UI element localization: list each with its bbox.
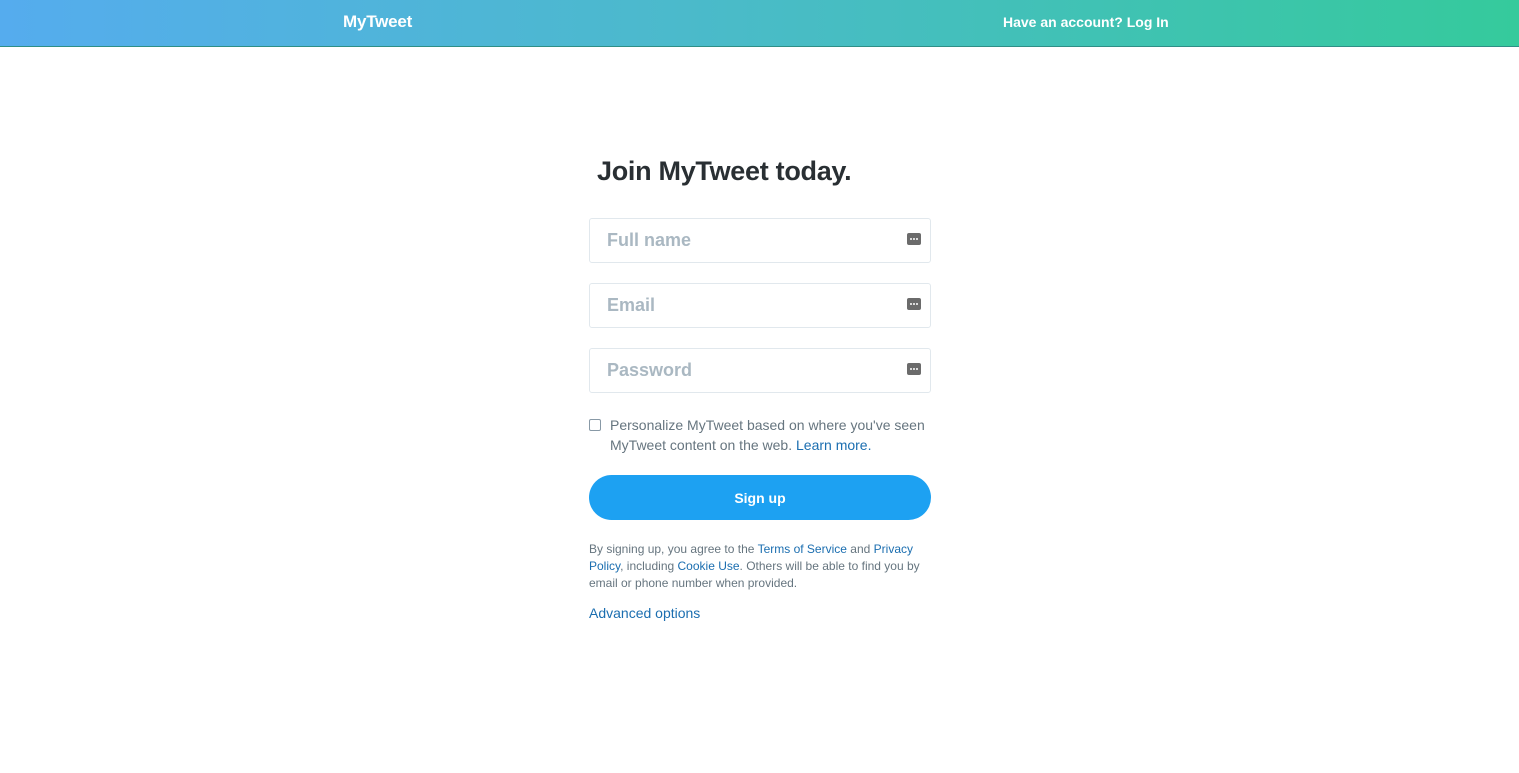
signup-fields [589,218,931,393]
terms-of-service-link[interactable]: Terms of Service [758,542,847,556]
learn-more-link[interactable]: Learn more. [796,437,871,453]
page-title: Join MyTweet today. [597,156,852,186]
advanced-options-link[interactable]: Advanced options [589,605,700,621]
autofill-key-icon[interactable] [907,298,921,310]
terms-notice: By signing up, you agree to the Terms of… [589,541,931,592]
personalize-consent: Personalize MyTweet based on where you'v… [589,415,931,455]
account-prompt: Have an account? Log In [1003,14,1169,30]
signup-button[interactable]: Sign up [589,475,931,520]
personalize-checkbox[interactable] [589,419,601,431]
email-input[interactable] [590,284,930,327]
top-navigation-bar: MyTweet Have an account? Log In [0,0,1519,47]
cookie-use-link[interactable]: Cookie Use [678,559,740,573]
password-field-wrapper [589,348,931,393]
email-field-wrapper [589,283,931,328]
autofill-key-icon[interactable] [907,363,921,375]
autofill-key-icon[interactable] [907,233,921,245]
account-prompt-text: Have an account? [1003,14,1123,30]
brand-logo-link[interactable]: MyTweet [343,12,412,32]
terms-including: , including [620,559,675,573]
full-name-input[interactable] [590,219,930,262]
terms-prefix: By signing up, you agree to the [589,542,755,556]
personalize-text: Personalize MyTweet based on where you'v… [610,417,925,453]
password-input[interactable] [590,349,930,392]
signup-form: Join MyTweet today. Personalize MyTweet … [589,150,931,623]
login-link[interactable]: Log In [1127,14,1169,30]
full-name-field-wrapper [589,218,931,263]
terms-and: and [850,542,871,556]
